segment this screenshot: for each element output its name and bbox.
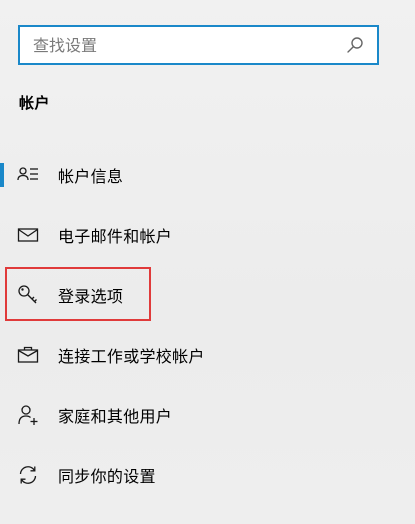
key-icon — [17, 284, 39, 306]
search-input[interactable] — [20, 27, 341, 63]
settings-panel: 帐户 帐户信息 电子邮件和帐户 — [0, 0, 415, 524]
sidebar-item-family-users[interactable]: 家庭和其他用户 — [0, 385, 415, 445]
sidebar-item-label: 连接工作或学校帐户 — [58, 347, 205, 366]
account-info-icon — [17, 164, 39, 186]
search-icon[interactable] — [341, 31, 369, 59]
sidebar-item-label: 帐户信息 — [58, 167, 124, 186]
sync-icon — [17, 464, 39, 486]
sidebar-item-sync-settings[interactable]: 同步你的设置 — [0, 445, 415, 505]
sidebar-item-label: 电子邮件和帐户 — [58, 227, 173, 246]
mail-icon — [17, 224, 39, 246]
selected-indicator — [0, 163, 4, 187]
sidebar-nav: 帐户信息 电子邮件和帐户 登录选项 连接工作或学校帐户 家庭和其他用户 同步你的… — [0, 145, 415, 505]
sidebar-item-sign-in-options[interactable]: 登录选项 — [0, 265, 415, 325]
sidebar-item-email-accounts[interactable]: 电子邮件和帐户 — [0, 205, 415, 265]
section-title: 帐户 — [19, 94, 51, 112]
sidebar-item-label: 登录选项 — [58, 287, 124, 306]
sidebar-item-label: 家庭和其他用户 — [58, 407, 173, 426]
sidebar-item-label: 同步你的设置 — [58, 467, 156, 486]
add-person-icon — [17, 404, 39, 426]
search-box[interactable] — [18, 25, 379, 65]
sidebar-item-account-info[interactable]: 帐户信息 — [0, 145, 415, 205]
briefcase-icon — [17, 344, 39, 366]
sidebar-item-work-school[interactable]: 连接工作或学校帐户 — [0, 325, 415, 385]
